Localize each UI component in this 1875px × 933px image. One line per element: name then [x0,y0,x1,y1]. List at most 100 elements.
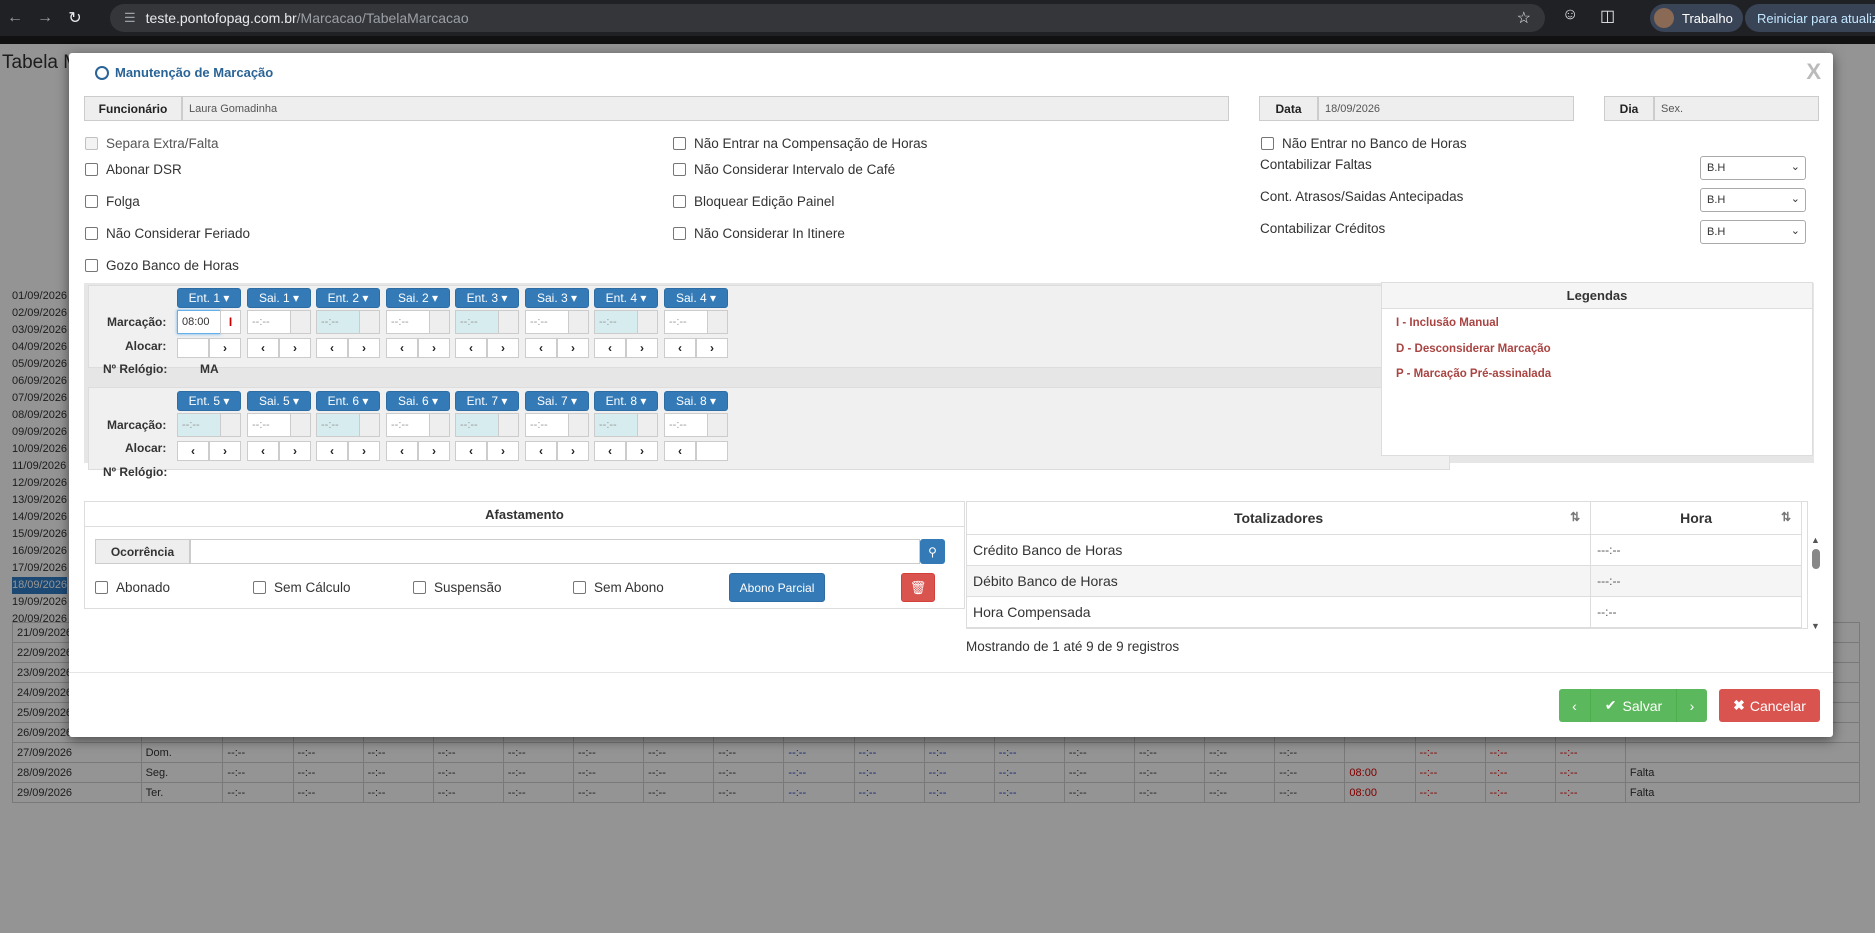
restart-to-update-button[interactable]: Reiniciar para atualizar [1745,4,1875,32]
nao-considerar-intervalo-cafe-checkbox[interactable]: Não Considerar Intervalo de Café [673,162,895,177]
abono-parcial-button[interactable]: Abono Parcial [729,573,825,602]
marcacao-time-input[interactable]: --:-- [455,413,499,437]
ocorrencia-input[interactable] [190,539,920,564]
cancelar-button[interactable]: ✖ Cancelar [1719,689,1820,722]
column-dropdown-button[interactable]: Ent. 7 ▾ [455,391,519,411]
marcacao-time-input[interactable]: --:-- [177,413,221,437]
bloquear-edicao-painel-checkbox[interactable]: Bloquear Edição Painel [673,194,834,209]
address-bar[interactable]: ☰ teste.pontofopag.com.br /Marcacao/Tabe… [110,4,1545,32]
alocar-right-button[interactable]: › [418,338,450,358]
column-dropdown-button[interactable]: Sai. 3 ▾ [525,288,589,308]
dia-field[interactable]: Sex. [1654,96,1819,121]
alocar-right-button[interactable]: › [557,441,589,461]
suspensao-checkbox[interactable]: Suspensão [413,580,502,595]
scroll-thumb[interactable] [1812,549,1820,569]
column-dropdown-button[interactable]: Sai. 8 ▾ [664,391,728,411]
marcacao-time-input[interactable]: --:-- [386,310,430,334]
alocar-left-button[interactable]: ‹ [594,441,626,461]
column-dropdown-button[interactable]: Ent. 1 ▾ [177,288,241,308]
alocar-left-button[interactable]: ‹ [525,441,557,461]
reload-icon[interactable]: ↻ [60,8,90,28]
column-dropdown-button[interactable]: Ent. 5 ▾ [177,391,241,411]
alocar-right-button[interactable]: › [348,441,380,461]
totalizadores-scrollbar[interactable]: ▲ ▼ [1809,535,1823,631]
scroll-down-icon[interactable]: ▼ [1811,621,1820,631]
column-dropdown-button[interactable]: Ent. 2 ▾ [316,288,380,308]
alocar-right-button[interactable]: › [626,441,658,461]
separa-extra-falta-checkbox[interactable]: Separa Extra/Falta [85,136,219,151]
marcacao-time-input[interactable]: --:-- [316,310,360,334]
gozo-banco-horas-checkbox[interactable]: Gozo Banco de Horas [85,258,239,273]
data-field[interactable]: 18/09/2026 [1318,96,1574,121]
alocar-blank[interactable] [696,441,728,461]
alocar-left-button[interactable]: ‹ [177,441,209,461]
marcacao-time-input[interactable]: --:-- [594,413,638,437]
funcionario-field[interactable]: Laura Gomadinha [182,96,1229,121]
site-settings-icon[interactable]: ☰ [124,10,136,26]
nao-entrar-banco-horas-checkbox[interactable]: Não Entrar no Banco de Horas [1261,136,1467,151]
nao-entrar-compensacao-checkbox[interactable]: Não Entrar na Compensação de Horas [673,136,927,151]
alocar-left-button[interactable]: ‹ [247,441,279,461]
marcacao-time-input[interactable]: --:-- [664,310,708,334]
alocar-right-button[interactable]: › [696,338,728,358]
alocar-right-button[interactable]: › [279,441,311,461]
alocar-right-button[interactable]: › [487,441,519,461]
alocar-left-button[interactable]: ‹ [316,441,348,461]
marcacao-time-input[interactable]: --:-- [316,413,360,437]
marcacao-time-input[interactable]: --:-- [386,413,430,437]
alocar-right-button[interactable]: › [279,338,311,358]
sem-abono-checkbox[interactable]: Sem Abono [573,580,664,595]
contabilizar-faltas-select[interactable]: B.H ⌄ [1700,156,1806,180]
contabilizar-creditos-select[interactable]: B.H ⌄ [1700,220,1806,244]
alocar-left-button[interactable]: ‹ [386,441,418,461]
column-dropdown-button[interactable]: Ent. 8 ▾ [594,391,658,411]
column-dropdown-button[interactable]: Sai. 6 ▾ [386,391,450,411]
marcacao-time-input[interactable]: --:-- [525,413,569,437]
marcacao-time-input[interactable]: --:-- [525,310,569,334]
column-dropdown-button[interactable]: Sai. 4 ▾ [664,288,728,308]
bookmark-star-icon[interactable]: ☆ [1517,8,1531,28]
alocar-left-button[interactable]: ‹ [664,441,696,461]
column-dropdown-button[interactable]: Sai. 1 ▾ [247,288,311,308]
column-dropdown-button[interactable]: Sai. 2 ▾ [386,288,450,308]
abonado-checkbox[interactable]: Abonado [95,580,170,595]
marcacao-time-input[interactable]: --:-- [664,413,708,437]
alocar-right-button[interactable]: › [209,441,241,461]
abonar-dsr-checkbox[interactable]: Abonar DSR [85,162,182,177]
alocar-right-button[interactable]: › [209,338,241,358]
marcacao-time-input[interactable]: --:-- [455,310,499,334]
alocar-left-button[interactable]: ‹ [594,338,626,358]
alocar-right-button[interactable]: › [557,338,589,358]
alocar-blank[interactable] [177,338,209,358]
extension-icon[interactable]: ☺ [1562,6,1578,24]
totalizadores-header[interactable]: Totalizadores ⇅ [967,502,1592,535]
previous-day-button[interactable]: ‹ [1559,689,1591,722]
cont-atrasos-select[interactable]: B.H ⌄ [1700,188,1806,212]
delete-button[interactable]: 🗑 [901,573,935,602]
scroll-up-icon[interactable]: ▲ [1811,535,1820,545]
salvar-button[interactable]: ✔ Salvar [1591,689,1677,722]
hora-header[interactable]: Hora ⇅ [1590,502,1802,535]
alocar-right-button[interactable]: › [626,338,658,358]
marcacao-time-input[interactable]: --:-- [594,310,638,334]
alocar-left-button[interactable]: ‹ [316,338,348,358]
alocar-left-button[interactable]: ‹ [455,338,487,358]
alocar-right-button[interactable]: › [348,338,380,358]
nao-considerar-in-itinere-checkbox[interactable]: Não Considerar In Itinere [673,226,845,241]
nao-considerar-feriado-checkbox[interactable]: Não Considerar Feriado [85,226,250,241]
alocar-left-button[interactable]: ‹ [455,441,487,461]
forward-icon[interactable]: → [30,9,60,27]
marcacao-time-input[interactable]: --:-- [247,413,291,437]
sem-calculo-checkbox[interactable]: Sem Cálculo [253,580,351,595]
alocar-left-button[interactable]: ‹ [247,338,279,358]
alocar-left-button[interactable]: ‹ [664,338,696,358]
column-dropdown-button[interactable]: Sai. 7 ▾ [525,391,589,411]
alocar-left-button[interactable]: ‹ [525,338,557,358]
column-dropdown-button[interactable]: Sai. 5 ▾ [247,391,311,411]
marcacao-time-input[interactable]: 08:00 [177,310,221,334]
alocar-right-button[interactable]: › [487,338,519,358]
search-button[interactable]: ⚲ [920,539,945,564]
back-icon[interactable]: ← [0,9,30,27]
alocar-left-button[interactable]: ‹ [386,338,418,358]
extensions-puzzle-icon[interactable]: ◫ [1600,6,1615,26]
